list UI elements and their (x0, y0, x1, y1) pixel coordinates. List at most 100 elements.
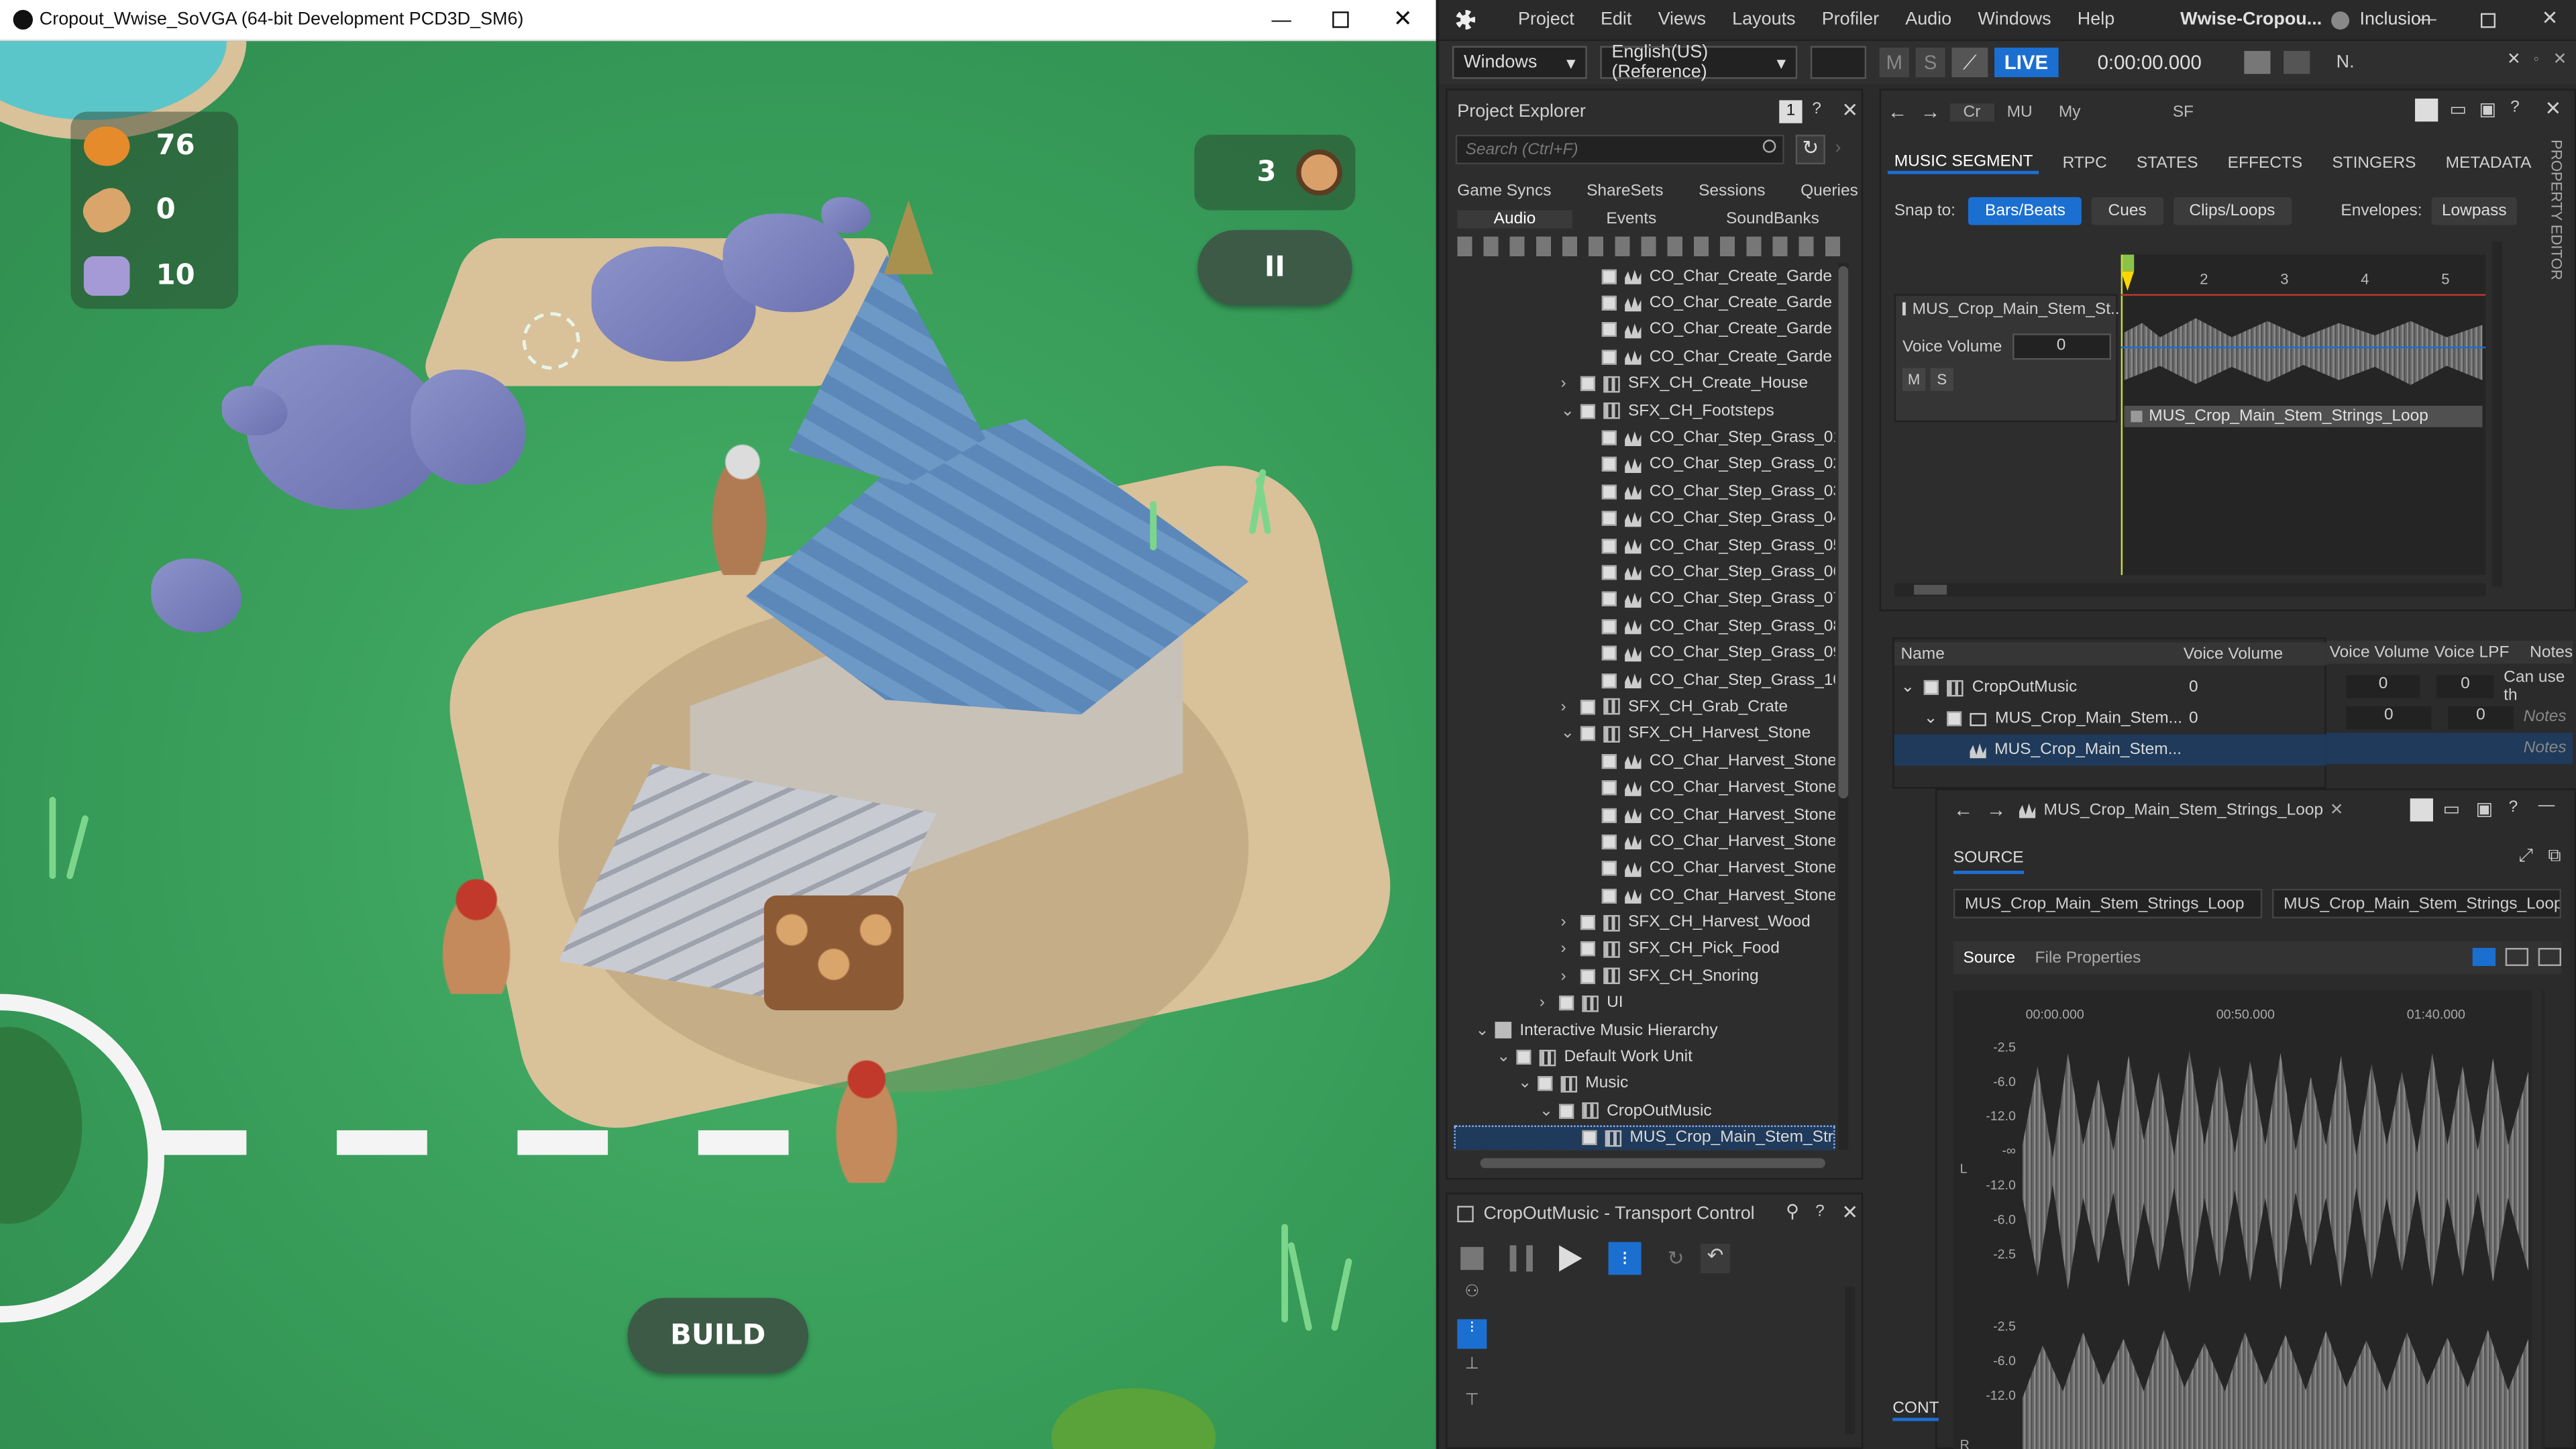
markers-button[interactable]: ⁝ (1608, 1242, 1642, 1275)
transport-scrollbar[interactable] (1845, 1286, 1855, 1434)
pin-icon[interactable] (2410, 798, 2433, 822)
volume-slider[interactable]: 0 (2012, 333, 2111, 360)
tab-game-syncs[interactable]: Game Syncs (1457, 182, 1551, 201)
back-icon[interactable]: ← (1953, 798, 1973, 821)
chevron-down-icon[interactable]: ⌄ (1518, 1075, 1538, 1093)
list-row[interactable]: ⌄ MUS_Crop_Main_Stem... 0 (1894, 703, 2328, 735)
include-checkbox[interactable] (1601, 619, 1617, 634)
tree-item[interactable]: CO_Char_Harvest_Stone (1454, 775, 1835, 802)
include-checkbox[interactable] (1601, 323, 1617, 338)
contents-tab[interactable]: CONT (1892, 1400, 1939, 1421)
list-row[interactable]: ⌄ CropOutMusic 0 (1894, 672, 2328, 704)
close-icon[interactable]: ✕ (1841, 1201, 1858, 1224)
col-voice-lpf[interactable]: Voice LPF (2431, 643, 2526, 661)
help-icon[interactable]: ? (1815, 1203, 1825, 1221)
chevron-right-icon[interactable]: › (1561, 914, 1580, 932)
include-checkbox[interactable] (1601, 753, 1617, 769)
chevron-down-icon[interactable]: ⌄ (1561, 725, 1580, 743)
tab-sessions[interactable]: Sessions (1699, 182, 1765, 201)
include-checkbox[interactable] (1601, 538, 1617, 553)
tool-icon[interactable]: ⊥ (1457, 1355, 1487, 1385)
tab-queries[interactable]: Queries (1801, 182, 1858, 201)
stop-button[interactable] (1460, 1246, 1484, 1271)
waveform-vscroll[interactable] (2531, 974, 2542, 1449)
snap-bars-beats[interactable]: Bars/Beats (1968, 196, 2082, 225)
tree-item[interactable]: CO_Char_Create_Garde (1454, 290, 1835, 317)
menu-windows[interactable]: Windows (1978, 10, 2051, 30)
play-button[interactable] (1559, 1245, 1582, 1272)
col-notes[interactable]: Notes (2526, 643, 2573, 661)
volume-field[interactable]: 0 (2346, 705, 2432, 729)
close-button[interactable]: ✕ (1393, 5, 1413, 33)
checkbox[interactable] (1924, 680, 1939, 695)
include-checkbox[interactable] (1580, 376, 1595, 392)
notes-field[interactable]: Can use th (2504, 668, 2573, 704)
include-checkbox[interactable] (1601, 565, 1617, 580)
sync-icon[interactable]: ↻ (1795, 134, 1825, 164)
tree-item[interactable]: CO_Char_Step_Grass_09 (1454, 640, 1835, 667)
forward-icon[interactable]: → (1921, 100, 1940, 123)
close-icon[interactable]: ✕ (2507, 51, 2521, 69)
language-select[interactable]: English(US) (Reference) ▾ (1600, 43, 1798, 82)
chevron-down-icon[interactable]: ⌄ (1497, 1049, 1516, 1067)
include-checkbox[interactable] (1601, 861, 1617, 877)
chevron-right-icon[interactable]: › (1561, 698, 1580, 716)
solo-button[interactable]: S (1915, 48, 1945, 78)
expand-icon[interactable]: ⤢ (2518, 846, 2533, 867)
minimize-icon[interactable]: — (2538, 797, 2555, 815)
tab-events[interactable]: Events (1572, 210, 1690, 228)
col-voice-volume[interactable]: Voice Volume (2184, 645, 2298, 663)
arrow-right-icon[interactable]: › (1835, 138, 1841, 158)
tool-icon[interactable]: ⊤ (1457, 1391, 1487, 1421)
tree-item[interactable]: CO_Char_Harvest_Stone (1454, 802, 1835, 828)
live-button[interactable]: LIVE (1994, 48, 2058, 78)
chevron-right-icon[interactable]: › (1561, 941, 1580, 959)
editor-tab-mu[interactable]: MU (1994, 103, 2045, 121)
include-checkbox[interactable] (1582, 1130, 1597, 1146)
track-mute-button[interactable]: M (1902, 368, 1926, 391)
include-checkbox[interactable] (1601, 780, 1617, 796)
platform-select[interactable]: Windows ▾ (1452, 46, 1587, 79)
editor-tab-sf[interactable]: SF (2159, 103, 2206, 121)
capture-icon[interactable] (2284, 50, 2310, 74)
include-checkbox[interactable] (1580, 727, 1595, 742)
lpf-field[interactable]: 0 (2448, 705, 2514, 729)
tree-item[interactable]: CO_Char_Step_Grass_03 (1454, 478, 1835, 505)
tree-item[interactable]: › SFX_CH_Grab_Crate (1454, 694, 1835, 720)
villager[interactable] (435, 879, 518, 994)
snap-cues[interactable]: Cues (2092, 196, 2163, 225)
tree-item[interactable]: › SFX_CH_Create_House (1454, 370, 1835, 397)
include-checkbox[interactable] (1559, 1104, 1574, 1119)
build-button[interactable]: BUILD (627, 1297, 808, 1374)
loop-icon[interactable]: ↻ (1668, 1247, 1684, 1270)
include-checkbox[interactable] (1559, 996, 1574, 1011)
game-titlebar[interactable]: Cropout_Wwise_SoVGA (64-bit Development … (0, 0, 1436, 42)
include-checkbox[interactable] (1580, 969, 1595, 984)
notes-field[interactable]: Notes (2524, 708, 2567, 727)
tree-item[interactable]: CO_Char_Step_Grass_01 (1454, 425, 1835, 451)
include-checkbox[interactable] (1601, 592, 1617, 607)
popout-icon[interactable]: ⧉ (2548, 846, 2561, 867)
remote-icon[interactable] (2244, 50, 2271, 74)
pause-button[interactable] (1509, 1245, 1533, 1272)
chevron-down-icon[interactable]: ⌄ (1540, 1102, 1559, 1120)
tree-item[interactable]: ⌄ Interactive Music Hierarchy (1454, 1017, 1835, 1044)
pause-button[interactable]: II (1197, 229, 1352, 306)
volume-field[interactable]: 0 (2189, 678, 2198, 696)
layout-icon[interactable] (2505, 948, 2529, 967)
volume-field[interactable]: 0 (2189, 710, 2198, 728)
col-voice-volume[interactable]: Voice Volume (2326, 643, 2431, 661)
source-tab-title[interactable]: MUS_Crop_Main_Stem_Strings_Loop (2044, 801, 2324, 819)
lpf-field[interactable]: 0 (2436, 674, 2494, 698)
include-checkbox[interactable] (1516, 1049, 1532, 1065)
minimize-button[interactable]: — (1272, 8, 1291, 31)
tab-music-segment[interactable]: MUSIC SEGMENT (1887, 152, 2040, 174)
tree-item[interactable]: CO_Char_Harvest_Stone (1454, 747, 1835, 774)
menu-project[interactable]: Project (1518, 10, 1574, 30)
menu-edit[interactable]: Edit (1601, 10, 1631, 30)
tree-item[interactable]: › SFX_CH_Snoring (1454, 963, 1835, 989)
include-checkbox[interactable] (1601, 350, 1617, 365)
col-name[interactable]: Name (1894, 645, 2184, 663)
include-checkbox[interactable] (1601, 807, 1617, 822)
checkbox[interactable] (1947, 711, 1963, 727)
